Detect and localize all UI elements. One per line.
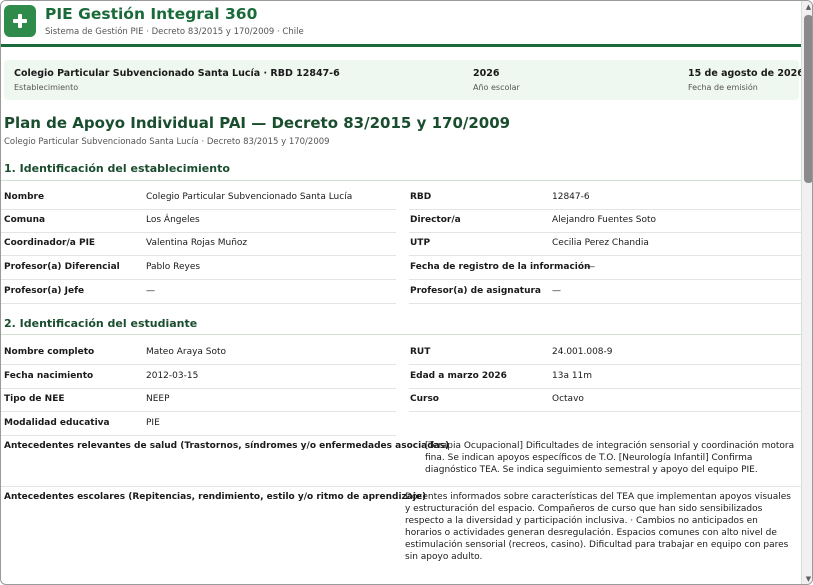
scroll-down-arrow-icon[interactable]: ▼ bbox=[804, 575, 812, 584]
field-label: Nombre bbox=[4, 192, 45, 202]
field-value: 2012-03-15 bbox=[146, 371, 199, 381]
table-row: Modalidad educativa PIE bbox=[1, 413, 396, 436]
section-divider bbox=[1, 180, 801, 181]
field-value: — bbox=[552, 286, 561, 296]
table-row: RUT 24.001.008-9 bbox=[409, 342, 801, 365]
field-label: Profesor(a) Jefe bbox=[4, 286, 85, 296]
field-value: 24.001.008-9 bbox=[552, 347, 613, 357]
field-label: RBD bbox=[410, 192, 432, 202]
field-label: Profesor(a) Diferencial bbox=[4, 262, 120, 272]
info-date-value: 15 de agosto de 2026 bbox=[688, 68, 801, 79]
document-info-bar: Colegio Particular Subvencionado Santa L… bbox=[4, 60, 801, 100]
field-value: 12847-6 bbox=[552, 192, 590, 202]
field-label: Coordinador/a PIE bbox=[4, 238, 96, 248]
field-value: — bbox=[586, 262, 595, 272]
section-heading-student: 2. Identificación del estudiante bbox=[4, 317, 198, 330]
field-label: Curso bbox=[410, 394, 439, 404]
field-label: Comuna bbox=[4, 215, 46, 225]
field-value: — bbox=[146, 286, 155, 296]
field-value: Mateo Araya Soto bbox=[146, 347, 227, 357]
field-value: NEEP bbox=[146, 394, 170, 404]
info-year-value: 2026 bbox=[473, 68, 500, 79]
field-value: Los Ángeles bbox=[146, 215, 200, 225]
field-label: Nombre completo bbox=[4, 347, 95, 357]
table-row: UTP Cecilia Perez Chandia bbox=[409, 233, 801, 256]
row-divider bbox=[1, 486, 801, 487]
document-subtitle: Colegio Particular Subvencionado Santa L… bbox=[4, 137, 330, 147]
table-row: Profesor(a) Diferencial Pablo Reyes bbox=[1, 257, 396, 280]
field-label: Edad a marzo 2026 bbox=[410, 371, 507, 381]
field-label: RUT bbox=[410, 347, 431, 357]
school-history-label: Antecedentes escolares (Repitencias, ren… bbox=[4, 492, 427, 502]
info-date: 15 de agosto de 2026 Fecha de emisión bbox=[688, 68, 801, 92]
scroll-up-arrow-icon[interactable]: ▲ bbox=[804, 3, 812, 12]
table-row: Profesor(a) de asignatura — bbox=[409, 281, 801, 304]
vertical-scrollbar[interactable]: ▲ ▼ bbox=[801, 1, 812, 584]
field-value: Alejandro Fuentes Soto bbox=[552, 215, 656, 225]
field-label: Fecha de registro de la información bbox=[410, 262, 591, 272]
field-label: Director/a bbox=[410, 215, 461, 225]
app-header: PIE Gestión Integral 360 Sistema de Gest… bbox=[1, 1, 801, 47]
field-value: Cecilia Perez Chandia bbox=[552, 238, 649, 248]
info-year: 2026 Año escolar bbox=[473, 68, 520, 92]
table-row: Profesor(a) Jefe — bbox=[1, 281, 396, 304]
app-window: PIE Gestión Integral 360 Sistema de Gest… bbox=[0, 0, 813, 585]
field-label: Fecha nacimiento bbox=[4, 371, 94, 381]
table-row: Fecha nacimiento 2012-03-15 bbox=[1, 366, 396, 389]
info-year-label: Año escolar bbox=[473, 83, 520, 92]
table-row: Curso Octavo bbox=[409, 389, 801, 412]
document-title: Plan de Apoyo Individual PAI — Decreto 8… bbox=[4, 114, 511, 132]
field-value: 13a 11m bbox=[552, 371, 593, 381]
table-row: Tipo de NEE NEEP bbox=[1, 389, 396, 412]
section-heading-establishment: 1. Identificación del establecimiento bbox=[4, 162, 230, 175]
table-row: Edad a marzo 2026 13a 11m bbox=[409, 366, 801, 389]
table-row: Director/a Alejandro Fuentes Soto bbox=[409, 210, 801, 233]
info-date-label: Fecha de emisión bbox=[688, 83, 758, 92]
health-history-label: Antecedentes relevantes de salud (Trasto… bbox=[4, 441, 450, 451]
section-divider bbox=[1, 334, 801, 335]
app-subtitle: Sistema de Gestión PIE · Decreto 83/2015… bbox=[45, 27, 304, 37]
document-scroll-area: Colegio Particular Subvencionado Santa L… bbox=[1, 50, 801, 584]
field-value: Octavo bbox=[552, 394, 584, 404]
field-label: Tipo de NEE bbox=[4, 394, 65, 404]
table-row: RBD 12847-6 bbox=[409, 187, 801, 210]
field-value: PIE bbox=[146, 418, 160, 428]
table-row: Nombre completo Mateo Araya Soto bbox=[1, 342, 396, 365]
plus-icon bbox=[4, 5, 36, 37]
field-label: Profesor(a) de asignatura bbox=[410, 286, 541, 296]
field-value: Valentina Rojas Muñoz bbox=[146, 238, 248, 248]
info-school: Colegio Particular Subvencionado Santa L… bbox=[14, 68, 340, 92]
table-row: Fecha de registro de la información — bbox=[409, 257, 801, 280]
field-label: Modalidad educativa bbox=[4, 418, 110, 428]
health-history-value: [Terapia Ocupacional] Dificultades de in… bbox=[425, 441, 795, 475]
school-history-value: Docentes informados sobre característica… bbox=[405, 492, 791, 562]
field-value: Colegio Particular Subvencionado Santa L… bbox=[146, 192, 353, 202]
field-label: UTP bbox=[410, 238, 431, 248]
table-row: Nombre Colegio Particular Subvencionado … bbox=[1, 187, 396, 210]
info-school-value: Colegio Particular Subvencionado Santa L… bbox=[14, 68, 340, 79]
field-value: Pablo Reyes bbox=[146, 262, 201, 272]
table-row: Coordinador/a PIE Valentina Rojas Muñoz bbox=[1, 233, 396, 256]
info-school-label: Establecimiento bbox=[14, 83, 79, 92]
scrollbar-thumb[interactable] bbox=[804, 15, 812, 183]
app-title: PIE Gestión Integral 360 bbox=[45, 5, 258, 23]
table-row: Comuna Los Ángeles bbox=[1, 210, 396, 233]
